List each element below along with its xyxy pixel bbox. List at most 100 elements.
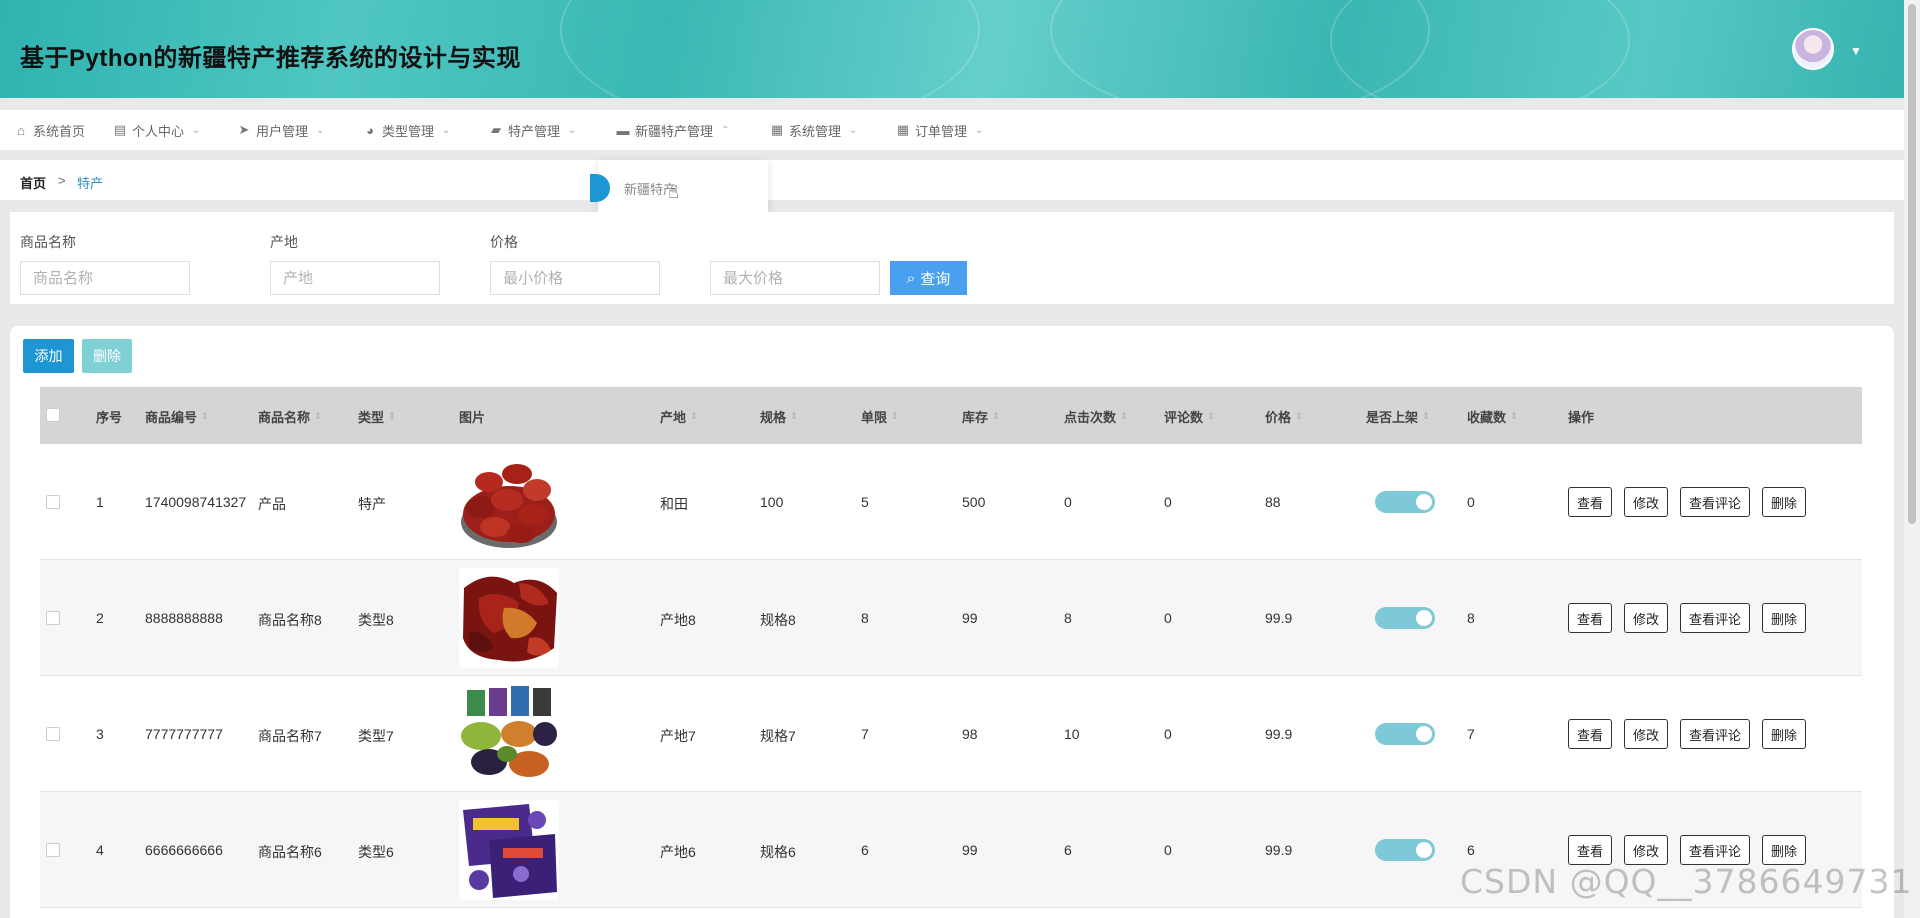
origin-input[interactable]	[270, 261, 440, 295]
cell-code: 8888888888	[145, 610, 223, 626]
sort-icon: ⇕	[690, 411, 698, 421]
view-comments-button[interactable]: 查看评论	[1680, 719, 1751, 749]
column-header-spec[interactable]: 规格 ⇕	[760, 407, 798, 426]
view-button[interactable]: 查看	[1568, 719, 1613, 749]
product-name-input[interactable]	[20, 261, 190, 295]
cell-clicks: 8	[1064, 610, 1072, 626]
cell-limit: 6	[861, 842, 869, 858]
row-checkbox[interactable]	[46, 843, 60, 857]
column-header-type[interactable]: 类型 ⇕	[358, 407, 396, 426]
max-price-input[interactable]	[710, 261, 880, 295]
row-checkbox[interactable]	[46, 611, 60, 625]
query-button-label: 查询	[920, 270, 951, 288]
cell-origin: 和田	[660, 496, 688, 512]
submenu-active-marker	[590, 174, 610, 202]
toggle-knob	[1416, 494, 1432, 510]
caret-down-icon[interactable]: ▼	[1850, 44, 1862, 58]
table-row: 1 1740098741327 产品 特产 和田 100 5 500 0 0 8…	[40, 444, 1862, 560]
delete-row-button[interactable]: 删除	[1762, 835, 1807, 865]
nav-item-orders[interactable]: ▦ 订单管理 ⌄	[896, 120, 984, 140]
edit-button[interactable]: 修改	[1624, 603, 1669, 633]
cell-name: 商品名称6	[258, 844, 322, 860]
avatar-icon[interactable]	[1792, 28, 1834, 70]
nav-item-profile[interactable]: ▤ 个人中心 ⌄	[113, 120, 201, 140]
column-header-clicks[interactable]: 点击次数 ⇕	[1064, 407, 1128, 426]
nav-item-label: 个人中心	[132, 123, 185, 139]
scrollbar-thumb[interactable]	[1908, 4, 1916, 524]
nav-item-label: 系统首页	[33, 123, 86, 139]
on-shelf-toggle[interactable]	[1375, 491, 1435, 513]
header-wave-decoration	[560, 0, 980, 98]
view-button[interactable]: 查看	[1568, 835, 1613, 865]
add-button[interactable]: 添加	[23, 339, 74, 373]
on-shelf-toggle[interactable]	[1375, 607, 1435, 629]
view-comments-button[interactable]: 查看评论	[1680, 603, 1751, 633]
column-header-stock[interactable]: 库存 ⇕	[962, 407, 1000, 426]
view-button[interactable]: 查看	[1568, 603, 1613, 633]
table-row: 2 8888888888 商品名称8 类型8 产地8 规格8 8 99 8 0 …	[40, 560, 1862, 676]
home-icon: ⌂	[17, 122, 25, 138]
nav-item-types[interactable]: ◕ 类型管理 ⌄	[363, 120, 450, 140]
product-image-raisins	[459, 684, 559, 784]
sort-icon: ⇕	[1422, 411, 1430, 421]
cell-spec: 规格6	[760, 844, 796, 860]
edit-button[interactable]: 修改	[1624, 719, 1669, 749]
vertical-scrollbar[interactable]	[1904, 0, 1920, 918]
edit-button[interactable]: 修改	[1624, 835, 1669, 865]
nav-item-users[interactable]: ➤ 用户管理 ⌄	[237, 120, 325, 140]
cell-stock: 99	[962, 842, 978, 858]
nav-item-xinjiang-specialties[interactable]: ▬ 新疆特产管理 ⌃	[616, 120, 730, 140]
on-shelf-toggle[interactable]	[1375, 839, 1435, 861]
product-image-red-dates	[459, 452, 559, 552]
breadcrumb-separator: >	[58, 173, 66, 188]
nav-item-specialties[interactable]: ▰ 特产管理 ⌄	[489, 120, 576, 140]
cell-clicks: 10	[1064, 726, 1080, 742]
row-checkbox[interactable]	[46, 727, 60, 741]
app-title: 基于Python的新疆特产推荐系统的设计与实现	[20, 45, 521, 72]
sort-icon: ⇕	[314, 411, 322, 421]
column-header-on-shelf[interactable]: 是否上架 ⇕	[1366, 407, 1430, 426]
on-shelf-toggle[interactable]	[1375, 723, 1435, 745]
delete-row-button[interactable]: 删除	[1762, 487, 1807, 517]
cell-origin: 产地7	[660, 728, 696, 744]
breadcrumb-home[interactable]: 首页	[20, 173, 46, 192]
cell-comments: 0	[1164, 610, 1172, 626]
balloon-icon: ◕	[366, 122, 374, 138]
cell-name: 产品	[258, 496, 286, 512]
nav-item-home[interactable]: ⌂ 系统首页	[14, 120, 85, 140]
query-button[interactable]: ⌕ 查询	[890, 261, 967, 295]
cell-code: 1740098741327	[145, 494, 247, 510]
cell-index: 4	[96, 842, 104, 858]
delete-button[interactable]: 删除	[82, 339, 132, 373]
view-comments-button[interactable]: 查看评论	[1680, 487, 1751, 517]
select-all-checkbox[interactable]	[46, 408, 60, 422]
chevron-down-icon: ⌄	[316, 124, 325, 136]
cell-price: 88	[1265, 494, 1281, 510]
column-header-origin[interactable]: 产地 ⇕	[660, 407, 698, 426]
cell-spec: 规格7	[760, 728, 796, 744]
min-price-input[interactable]	[490, 261, 660, 295]
table-row: 3 7777777777 商品名称7 类型7 产地7 规格7 7 98 10 0…	[40, 676, 1862, 792]
cell-type: 类型7	[358, 728, 394, 744]
nav-item-system[interactable]: ▦ 系统管理 ⌄	[770, 120, 858, 140]
column-header-name[interactable]: 商品名称 ⇕	[258, 407, 322, 426]
cell-comments: 0	[1164, 726, 1172, 742]
delete-row-button[interactable]: 删除	[1762, 719, 1807, 749]
delete-row-button[interactable]: 删除	[1762, 603, 1807, 633]
sort-icon: ⇕	[388, 411, 396, 421]
nav-item-label: 订单管理	[915, 123, 968, 139]
column-header-limit[interactable]: 单限 ⇕	[861, 407, 899, 426]
column-header-code[interactable]: 商品编号 ⇕	[145, 407, 209, 426]
view-comments-button[interactable]: 查看评论	[1680, 835, 1751, 865]
cell-favorites: 7	[1467, 726, 1475, 742]
edit-button[interactable]: 修改	[1624, 487, 1669, 517]
view-button[interactable]: 查看	[1568, 487, 1613, 517]
row-checkbox[interactable]	[46, 495, 60, 509]
hand-cursor-icon: ☝	[668, 182, 679, 202]
column-header-price[interactable]: 价格 ⇕	[1265, 407, 1303, 426]
cell-comments: 0	[1164, 842, 1172, 858]
sort-icon: ⇕	[1207, 411, 1215, 421]
sort-icon: ⇕	[1295, 411, 1303, 421]
column-header-favorites[interactable]: 收藏数 ⇕	[1467, 407, 1518, 426]
column-header-comments[interactable]: 评论数 ⇕	[1164, 407, 1215, 426]
